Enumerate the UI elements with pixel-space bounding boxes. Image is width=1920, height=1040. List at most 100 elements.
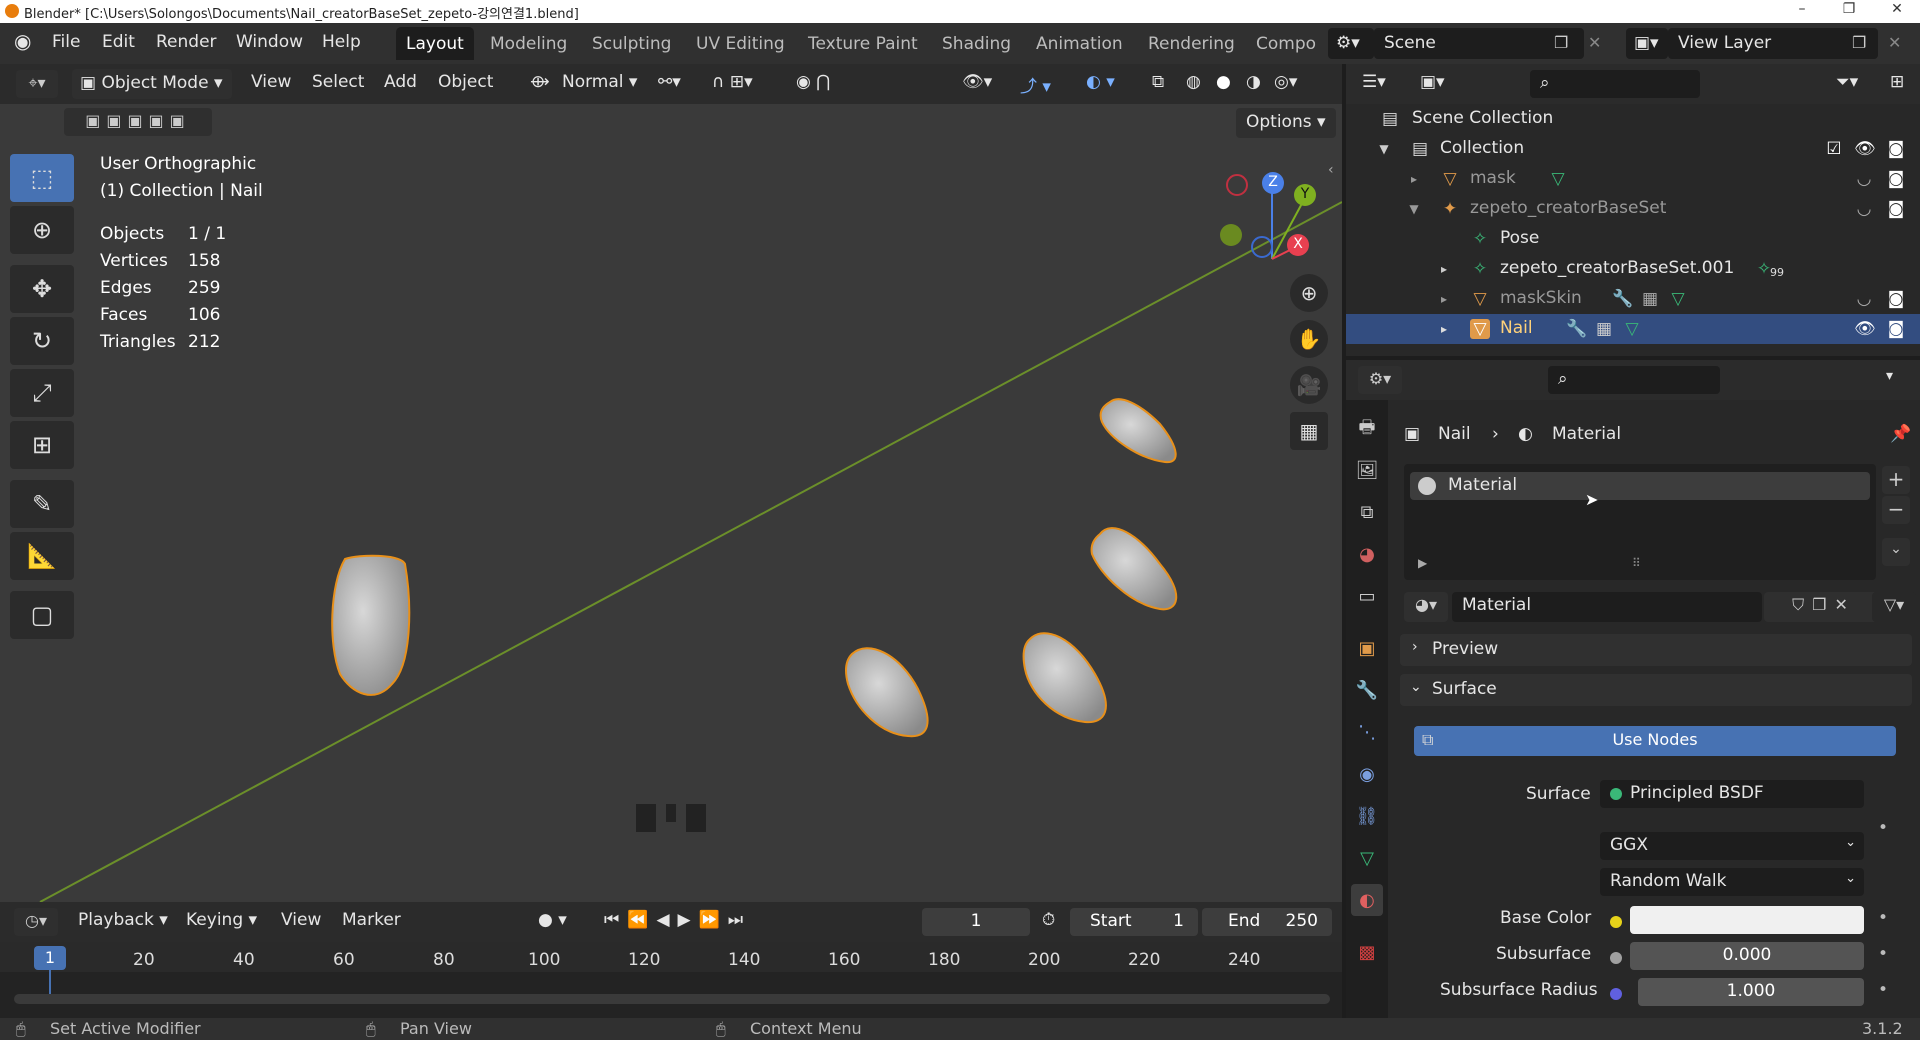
data-tab-icon[interactable]: ▽ <box>1351 842 1383 874</box>
menu-edit[interactable]: Edit <box>102 32 135 52</box>
subsurface-socket-icon[interactable] <box>1610 952 1622 964</box>
expand-arrow-icon[interactable]: ▸ <box>1434 322 1454 342</box>
render-camera-icon[interactable]: ◙ <box>1886 199 1906 219</box>
surface-panel-header[interactable]: ⌄ Surface <box>1400 674 1912 706</box>
subsurface-radius-slider[interactable]: 1.000 <box>1638 978 1864 1006</box>
annotate-tool-icon[interactable]: ✎ <box>10 480 74 528</box>
tab-uv-editing[interactable]: UV Editing <box>686 27 795 60</box>
collection-tab-icon[interactable]: ▭ <box>1351 580 1383 612</box>
add-slot-button[interactable]: + <box>1882 466 1910 494</box>
outliner-row-scene-collection[interactable]: ▤ Scene Collection <box>1346 104 1920 134</box>
visibility-hidden-icon[interactable]: ◡ <box>1854 199 1874 219</box>
outliner-row-armature[interactable]: ▼ ✦ zepeto_creatorBaseSet ◡ ◙ <box>1346 194 1920 224</box>
mesh-data-icon[interactable]: ▽ <box>1548 169 1568 189</box>
gizmo-x-axis[interactable]: X <box>1287 234 1309 256</box>
physics-tab-icon[interactable]: ◉ <box>1351 758 1383 790</box>
outliner-row-pose[interactable]: ✧ Pose <box>1346 224 1920 254</box>
subsurface-value-slider[interactable]: 0.000 <box>1630 942 1864 970</box>
end-frame-field[interactable]: End 250 <box>1202 908 1332 936</box>
delete-scene-icon[interactable]: ✕ <box>1588 33 1601 52</box>
timeline-view-menu[interactable]: View <box>281 910 321 930</box>
keyframe-dot[interactable]: • <box>1878 980 1888 1000</box>
new-collection-icon[interactable]: ⊞ <box>1890 72 1904 92</box>
display-mode-icon[interactable]: ▣▾ <box>1420 72 1445 92</box>
pan-hand-icon[interactable]: ✋ <box>1290 320 1328 358</box>
render-camera-icon[interactable]: ◙ <box>1886 169 1906 189</box>
keyframe-dot[interactable]: • <box>1878 818 1888 838</box>
render-camera-icon[interactable]: ◙ <box>1886 139 1906 159</box>
output-tab-icon[interactable]: 🖼 <box>1351 454 1383 486</box>
close-button[interactable]: ✕ <box>1880 1 1914 21</box>
playback-controls[interactable]: ⏮⏪◀▶⏩⏭ <box>604 910 751 930</box>
vertex-groups-icon[interactable]: ▦ <box>1594 319 1614 339</box>
properties-search-input[interactable]: ⌕ <box>1548 366 1720 394</box>
properties-options-icon[interactable]: ▾ <box>1886 368 1893 384</box>
base-color-swatch[interactable] <box>1630 906 1864 934</box>
material-slot-item[interactable]: Material <box>1410 472 1870 500</box>
current-frame-field[interactable]: 1 <box>922 908 1030 936</box>
keying-menu[interactable]: Keying ▾ <box>186 910 257 930</box>
view-layer-tab-icon[interactable]: ⧉ <box>1351 496 1383 528</box>
gizmo-z-axis[interactable]: Z <box>1262 172 1284 194</box>
timeline-editor-type-icon[interactable]: ◷▾ <box>14 908 58 936</box>
material-slots-list[interactable]: Material ▶ ⠿ <box>1404 464 1876 580</box>
sidebar-toggle-icon[interactable]: ‹ <box>1328 162 1334 178</box>
tab-rendering[interactable]: Rendering <box>1138 27 1245 60</box>
outliner-editor-type-icon[interactable]: ☰▾ <box>1362 72 1386 92</box>
vertex-groups-icon[interactable]: ▦ <box>1640 289 1660 309</box>
current-frame-indicator[interactable]: 1 <box>34 946 66 970</box>
menu-render[interactable]: Render <box>156 32 217 52</box>
select-box-tool-icon[interactable]: ⬚ <box>10 154 74 202</box>
camera-view-icon[interactable]: 🎥 <box>1290 366 1328 404</box>
ortho-toggle-icon[interactable]: ▦ <box>1290 412 1328 450</box>
view-layer-field[interactable]: View Layer <box>1668 28 1878 59</box>
mesh-data-icon[interactable]: ▽ <box>1622 319 1642 339</box>
minimize-button[interactable]: – <box>1785 1 1819 21</box>
menu-window[interactable]: Window <box>236 32 303 52</box>
mesh-data-icon[interactable]: ▽ <box>1668 289 1688 309</box>
modifier-wrench-icon[interactable]: 🔧 <box>1566 319 1587 339</box>
properties-editor-type-icon[interactable]: ⚙▾ <box>1358 366 1402 394</box>
constraints-tab-icon[interactable]: ⛓ <box>1351 800 1383 832</box>
playback-menu[interactable]: Playback ▾ <box>78 910 168 930</box>
rotate-tool-icon[interactable]: ↻ <box>10 317 74 365</box>
subsurface-radius-socket-icon[interactable] <box>1610 988 1622 1000</box>
outliner-row-maskskin[interactable]: ▸ ▽ maskSkin 🔧 ▦ ▽ ◡ ◙ <box>1346 284 1920 314</box>
expand-arrow-icon[interactable]: ▼ <box>1374 142 1394 162</box>
outliner-search-input[interactable]: ⌕ <box>1530 70 1700 98</box>
expand-arrow-icon[interactable]: ▸ <box>1434 292 1454 312</box>
render-tab-icon[interactable]: 🖶 <box>1351 414 1383 446</box>
scene-name-field[interactable]: Scene <box>1374 28 1584 59</box>
view-layer-browse-icon[interactable]: ▣▾ <box>1626 28 1668 59</box>
menu-file[interactable]: File <box>52 32 80 52</box>
menu-help[interactable]: Help <box>322 32 361 52</box>
blender-menu-icon[interactable]: ◉ <box>14 29 31 53</box>
3d-viewport[interactable]: ⌖▾ ▣ Object Mode ▾ View Select Add Objec… <box>0 64 1342 902</box>
particles-tab-icon[interactable]: ⋱ <box>1351 716 1383 748</box>
marker-menu[interactable]: Marker <box>342 910 401 930</box>
outliner-row-nail[interactable]: ▸ ▽ Nail 🔧 ▦ ▽ 👁 ◙ <box>1346 314 1920 344</box>
resize-handle-icon[interactable]: ⠿ <box>1632 556 1641 570</box>
maximize-button[interactable]: ❐ <box>1832 1 1866 21</box>
tab-texture-paint[interactable]: Texture Paint <box>798 27 928 60</box>
add-cube-tool-icon[interactable]: ▢ <box>10 591 74 639</box>
render-camera-icon[interactable]: ◙ <box>1886 319 1906 339</box>
subsurface-method-dropdown[interactable]: Random Walk ⌄ <box>1600 868 1864 896</box>
distribution-dropdown[interactable]: GGX ⌄ <box>1600 832 1864 860</box>
measure-tool-icon[interactable]: 📐 <box>10 532 74 580</box>
timer-icon[interactable]: ⏱ <box>1042 910 1055 930</box>
material-browse-icon[interactable]: ◕▾ <box>1404 592 1448 622</box>
preview-panel-header[interactable]: › Preview <box>1400 634 1912 666</box>
timeline-scrollbar[interactable] <box>14 994 1330 1004</box>
slot-specials-button[interactable]: ⌄ <box>1882 538 1910 566</box>
keyframe-dot[interactable]: • <box>1878 944 1888 964</box>
scene-browse-icon[interactable]: ⚙▾ <box>1328 28 1374 59</box>
gizmo-y-axis[interactable]: Y <box>1294 184 1316 206</box>
outliner-row-mask[interactable]: ▸ ▽ mask ▽ ◡ ◙ <box>1346 164 1920 194</box>
node-link-icon[interactable]: ▽▾ <box>1872 592 1916 622</box>
tab-sculpting[interactable]: Sculpting <box>582 27 681 60</box>
material-name-field[interactable]: Material <box>1452 592 1762 622</box>
new-view-layer-icon[interactable]: ❐ <box>1852 33 1866 52</box>
base-color-socket-icon[interactable] <box>1610 916 1622 928</box>
object-tab-icon[interactable]: ▣ <box>1351 632 1383 664</box>
